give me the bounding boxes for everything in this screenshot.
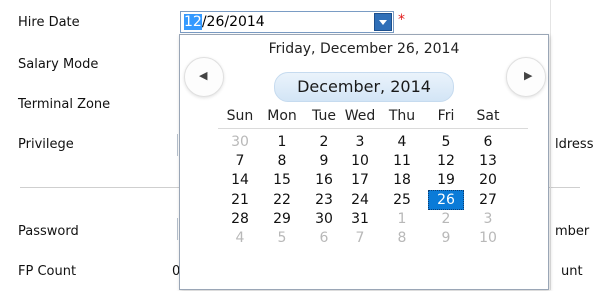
chevron-right-icon: ▶ xyxy=(524,69,533,82)
calendar-day[interactable]: 29 xyxy=(264,209,300,229)
privilege-label: Privilege xyxy=(18,137,74,152)
hire-date-remainder: /26/2014 xyxy=(201,14,265,30)
calendar-day[interactable]: 31 xyxy=(342,209,378,229)
calendar-day[interactable]: 27 xyxy=(470,190,506,210)
calendar-day[interactable]: 7 xyxy=(222,151,258,171)
dropdown-arrow-button[interactable] xyxy=(374,13,392,31)
hire-date-value: 12/26/2014 xyxy=(184,14,265,30)
calendar-day[interactable]: 20 xyxy=(470,170,506,190)
calendar-day[interactable]: 4 xyxy=(384,132,420,152)
calendar-day[interactable]: 7 xyxy=(342,228,378,248)
calendar-day[interactable]: 19 xyxy=(428,170,464,190)
previous-month-button[interactable]: ◀ xyxy=(184,57,224,97)
calendar-day[interactable]: 8 xyxy=(264,151,300,171)
calendar-day[interactable]: 12 xyxy=(428,151,464,171)
weekday-header: Sat xyxy=(476,108,500,124)
count-label-partial: unt xyxy=(561,264,583,279)
weekday-header: Tue xyxy=(312,108,336,124)
calendar-day[interactable]: 30 xyxy=(222,132,258,152)
calendar-day[interactable]: 1 xyxy=(264,132,300,152)
calendar-day[interactable]: 2 xyxy=(428,209,464,229)
calendar-day[interactable]: 23 xyxy=(306,190,342,210)
address-label-partial: ldress xyxy=(555,137,594,152)
calendar-day[interactable]: 17 xyxy=(342,170,378,190)
calendar-day[interactable]: 6 xyxy=(470,132,506,152)
hire-date-label: Hire Date xyxy=(18,15,80,30)
calendar-day[interactable]: 5 xyxy=(428,132,464,152)
calendar-day[interactable]: 21 xyxy=(222,190,258,210)
calendar-day-selected[interactable]: 26 xyxy=(428,189,464,210)
weekday-header: Wed xyxy=(344,108,376,124)
weekday-header: Thu xyxy=(388,108,416,124)
calendar-day[interactable]: 11 xyxy=(384,151,420,171)
weekday-header-rule xyxy=(218,128,528,129)
calendar-day[interactable]: 14 xyxy=(222,170,258,190)
number-label-partial: mber xyxy=(555,224,590,239)
calendar-day[interactable]: 10 xyxy=(470,228,506,248)
calendar-day[interactable]: 16 xyxy=(306,170,342,190)
calendar-day[interactable]: 2 xyxy=(306,132,342,152)
calendar-day[interactable]: 10 xyxy=(342,151,378,171)
calendar-day[interactable]: 3 xyxy=(470,209,506,229)
fp-count-label: FP Count xyxy=(18,264,77,279)
chevron-left-icon: ◀ xyxy=(199,69,208,82)
today-link[interactable]: Friday, December 26, 2014 xyxy=(180,41,548,57)
calendar-day[interactable]: 22 xyxy=(264,190,300,210)
calendar-day[interactable]: 4 xyxy=(222,228,258,248)
hire-date-month-selected: 12 xyxy=(184,14,202,30)
weekday-header: Sun xyxy=(226,108,254,124)
calendar-day[interactable]: 28 xyxy=(222,209,258,229)
column-divider xyxy=(550,0,551,290)
salary-mode-label: Salary Mode xyxy=(18,57,99,72)
date-picker-popup: Friday, December 26, 2014 ◀ ▶ December, … xyxy=(179,34,549,290)
calendar-day[interactable]: 24 xyxy=(342,190,378,210)
calendar-day[interactable]: 9 xyxy=(428,228,464,248)
calendar-day[interactable]: 30 xyxy=(306,209,342,229)
next-month-button[interactable]: ▶ xyxy=(506,57,546,97)
month-title[interactable]: December, 2014 xyxy=(274,77,454,96)
weekday-header: Fri xyxy=(437,108,455,124)
calendar-day[interactable]: 1 xyxy=(384,209,420,229)
calendar-day[interactable]: 8 xyxy=(384,228,420,248)
hire-date-input[interactable]: 12/26/2014 xyxy=(180,11,394,33)
terminal-zone-label: Terminal Zone xyxy=(18,97,111,112)
password-label: Password xyxy=(18,224,79,239)
calendar-day[interactable]: 9 xyxy=(306,151,342,171)
calendar-day[interactable]: 3 xyxy=(342,132,378,152)
weekday-header: Mon xyxy=(267,108,297,124)
required-marker: * xyxy=(398,12,405,28)
calendar-day[interactable]: 25 xyxy=(384,190,420,210)
calendar-day[interactable]: 15 xyxy=(264,170,300,190)
calendar-day[interactable]: 5 xyxy=(264,228,300,248)
calendar-day[interactable]: 13 xyxy=(470,151,506,171)
calendar-day[interactable]: 6 xyxy=(306,228,342,248)
calendar-day[interactable]: 18 xyxy=(384,170,420,190)
